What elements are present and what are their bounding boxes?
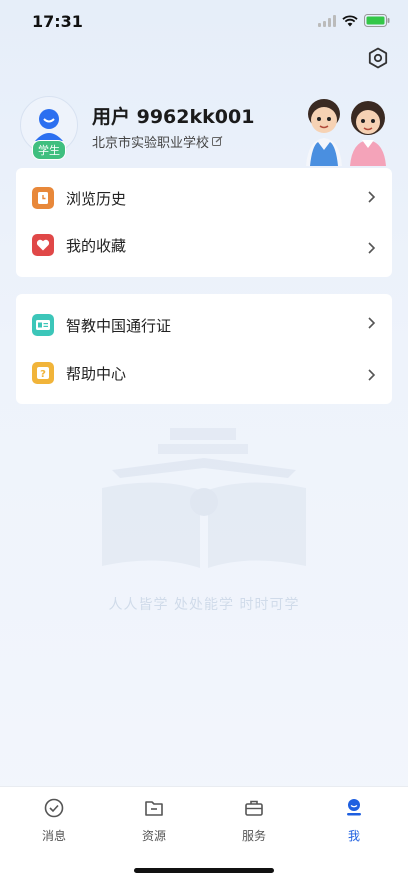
tab-messages[interactable]: 消息 <box>24 797 84 844</box>
help-icon: ? <box>32 362 54 384</box>
menu-item-label: 浏览历史 <box>66 189 127 208</box>
status-time: 17:31 <box>32 12 83 31</box>
tab-me[interactable]: 我 <box>324 797 384 844</box>
history-icon <box>32 187 54 209</box>
profile-header[interactable]: 学生 用户 9962kk001 北京市实验职业学校 <box>20 96 390 168</box>
tab-label: 资源 <box>141 829 166 843</box>
school-link[interactable]: 北京市实验职业学校 <box>92 132 223 151</box>
menu-item-help[interactable]: ? 帮助中心 <box>16 353 392 393</box>
briefcase-icon <box>245 800 263 816</box>
username: 用户 9962kk001 <box>92 106 255 128</box>
tab-services[interactable]: 服务 <box>224 797 284 844</box>
id-card-icon <box>32 314 54 336</box>
slogan: 人人皆学 处处能学 时时可学 <box>108 597 300 613</box>
status-icons <box>318 14 390 27</box>
menu-item-passport[interactable]: 智教中国通行证 <box>16 305 392 345</box>
menu-item-history[interactable]: 浏览历史 <box>16 178 392 218</box>
signal-icon <box>318 14 336 27</box>
tab-label: 消息 <box>41 829 66 843</box>
menu-card-passport-help: 智教中国通行证 ? 帮助中心 <box>16 294 392 404</box>
school-name: 北京市实验职业学校 <box>92 136 210 151</box>
home-indicator <box>134 868 274 873</box>
svg-text:?: ? <box>40 369 46 380</box>
tab-label: 我 <box>347 829 360 843</box>
menu-item-label: 帮助中心 <box>66 364 127 383</box>
menu-item-label: 智教中国通行证 <box>66 316 172 335</box>
chevron-right-icon <box>368 242 376 254</box>
menu-item-label: 我的收藏 <box>66 236 127 255</box>
person-icon <box>347 799 361 816</box>
role-badge: 学生 <box>32 140 66 160</box>
tab-resources[interactable]: 资源 <box>124 797 184 844</box>
status-bar: 17:31 <box>0 0 408 44</box>
book-logo-watermark <box>102 428 306 568</box>
tab-label: 服务 <box>241 829 266 843</box>
settings-button[interactable] <box>366 46 390 70</box>
chevron-right-icon <box>368 369 376 381</box>
gear-icon <box>368 47 388 69</box>
message-check-icon <box>44 798 64 818</box>
edit-icon <box>212 136 223 146</box>
mascot-kids-illustration <box>306 99 386 166</box>
battery-icon <box>364 14 390 27</box>
chevron-right-icon <box>368 191 376 203</box>
menu-card-history-favorites: 浏览历史 我的收藏 <box>16 168 392 277</box>
menu-item-favorites[interactable]: 我的收藏 <box>16 225 392 265</box>
folder-icon <box>145 801 163 816</box>
heart-icon <box>32 234 54 256</box>
wifi-icon <box>342 14 358 26</box>
chevron-right-icon <box>368 317 376 329</box>
